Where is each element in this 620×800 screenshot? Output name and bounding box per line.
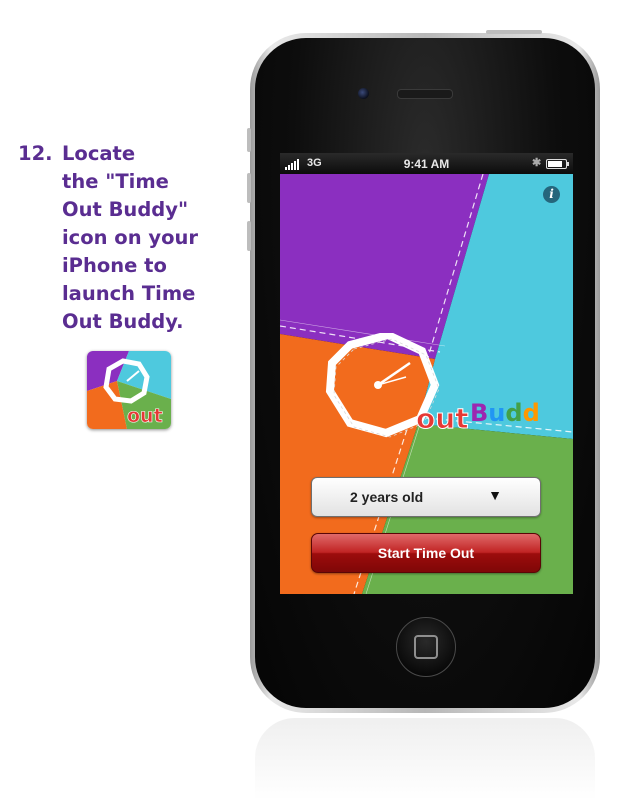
age-select[interactable]: 2 years old ▼: [311, 477, 541, 517]
app-icon-graphic: out: [87, 351, 171, 429]
home-button[interactable]: [396, 617, 456, 677]
instruction-line: the "Time: [62, 170, 169, 193]
dropdown-arrow-icon: ▼: [488, 487, 502, 503]
instruction-lines: Locate the "Time Out Buddy" icon on your…: [62, 140, 232, 336]
app-icon-label: out: [127, 405, 163, 427]
info-button[interactable]: i: [543, 186, 560, 203]
svg-text:out: out: [416, 402, 469, 435]
status-time: 9:41 AM: [403, 157, 450, 171]
phone-reflection: [255, 718, 595, 800]
phone-screen: 3G 9:41 AM ✱ i out Buddy 2 years: [280, 153, 573, 594]
status-bar: 3G 9:41 AM ✱: [280, 153, 573, 174]
mute-switch: [247, 128, 251, 152]
instruction-line: icon on your: [62, 226, 198, 249]
volume-up-button: [247, 173, 251, 203]
battery-icon: [546, 159, 569, 169]
instruction-line: launch Time: [62, 282, 196, 305]
instruction-line: Out Buddy.: [62, 310, 184, 333]
age-select-value: 2 years old: [350, 489, 424, 505]
instruction-line: Locate: [62, 142, 136, 165]
home-square-icon: [414, 635, 438, 659]
bluetooth-icon: ✱: [532, 157, 542, 169]
front-camera-icon: [358, 88, 369, 99]
instruction-line: iPhone to: [62, 254, 167, 277]
svg-text:Buddy: Buddy: [470, 399, 540, 427]
power-button: [486, 30, 542, 34]
instruction-line: Out Buddy": [62, 198, 189, 221]
step-number: 12.: [18, 142, 53, 165]
start-time-out-button[interactable]: Start Time Out: [311, 533, 541, 573]
volume-down-button: [247, 221, 251, 251]
time-out-buddy-app-icon[interactable]: out: [87, 351, 171, 429]
time-out-buddy-logo: out Buddy: [325, 333, 540, 438]
earpiece-speaker: [397, 89, 453, 99]
